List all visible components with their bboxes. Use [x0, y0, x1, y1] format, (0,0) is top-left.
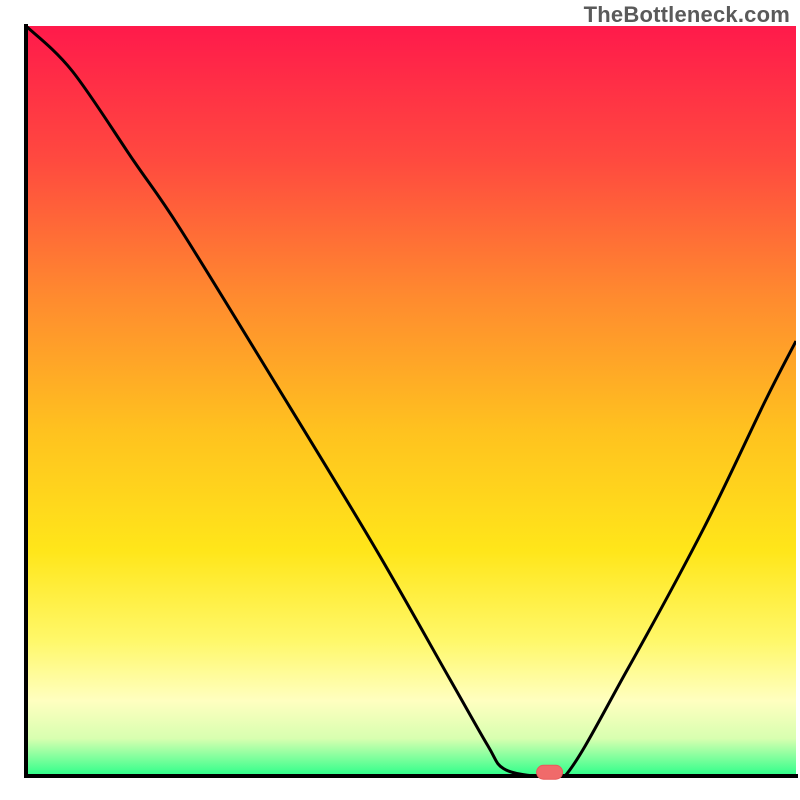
watermark-text: TheBottleneck.com — [584, 2, 790, 28]
bottleneck-chart: TheBottleneck.com — [0, 0, 800, 800]
optimal-point-marker — [537, 765, 563, 779]
chart-svg — [0, 0, 800, 800]
plot-background — [26, 26, 796, 776]
